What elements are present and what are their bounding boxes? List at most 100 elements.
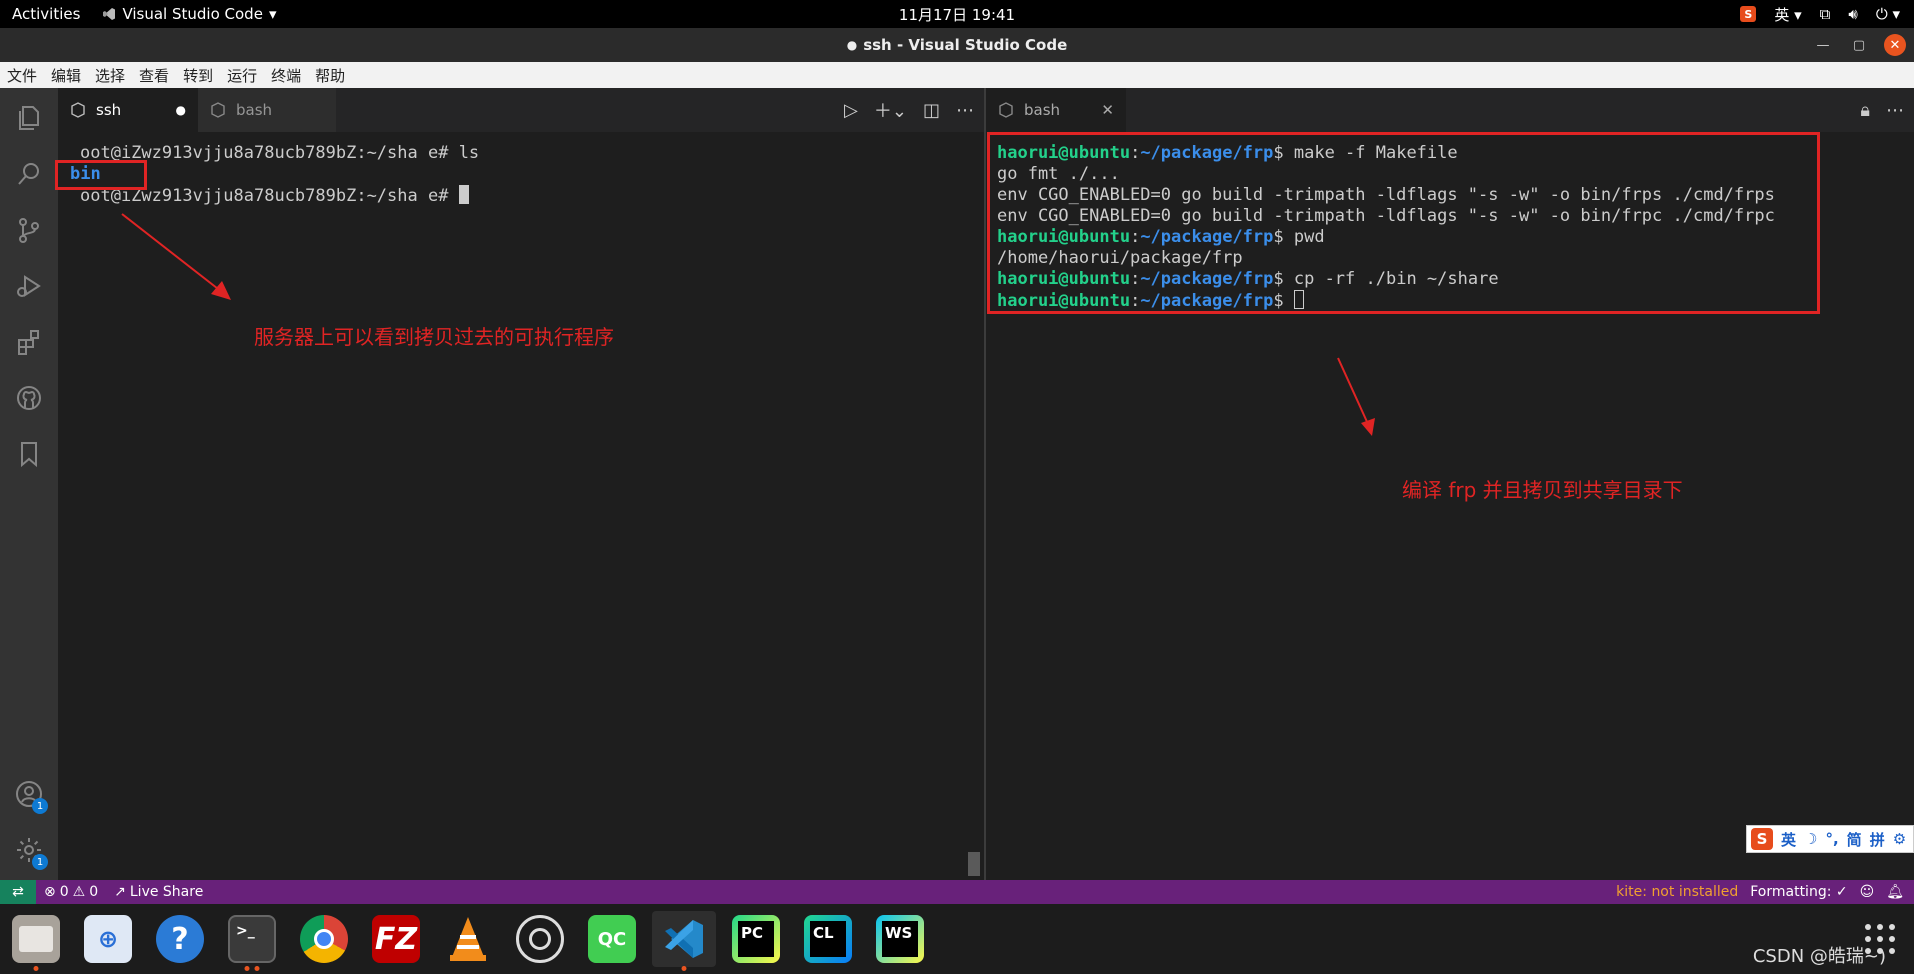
remote-icon[interactable]: ⇄ xyxy=(0,880,36,904)
feedback-icon[interactable]: ☺ xyxy=(1860,884,1875,900)
warning-icon: ⚠ xyxy=(72,884,86,900)
clock[interactable]: 11月17日 19:41 xyxy=(899,4,1015,25)
annotation-text: 服务器上可以看到拷贝过去的可执行程序 xyxy=(254,325,614,349)
activities-button[interactable]: Activities xyxy=(0,5,92,23)
tab-ssh[interactable]: ssh ● xyxy=(58,88,198,132)
accounts-icon[interactable]: 1 xyxy=(0,768,58,820)
source-control-icon[interactable] xyxy=(0,204,58,256)
lock-icon[interactable]: 🔒︎ xyxy=(1860,100,1870,121)
tab-strip-right: bash ✕ 🔒︎ ⋯ xyxy=(986,88,1914,132)
run-debug-icon[interactable] xyxy=(0,260,58,312)
app-menu-label: Visual Studio Code xyxy=(122,5,263,23)
explorer-icon[interactable] xyxy=(0,92,58,144)
warning-count: 0 xyxy=(89,884,99,900)
formatting-status[interactable]: Formatting: ✓ xyxy=(1750,884,1847,900)
notifications-bell-icon[interactable]: 🔔︎ xyxy=(1886,884,1904,900)
software-icon[interactable]: ⊕ xyxy=(80,911,136,967)
terminal-icon[interactable]: >_ xyxy=(224,911,280,971)
settings-gear-icon[interactable]: 1 xyxy=(0,824,58,876)
sogou-icon[interactable]: S xyxy=(1740,6,1757,22)
sogou-logo-icon: S xyxy=(1751,828,1773,850)
annotation-arrow xyxy=(121,213,231,300)
volume-icon[interactable]: 🔊︎ xyxy=(1848,5,1857,23)
terminal-tab-icon xyxy=(71,102,85,118)
menu-bar: 文件 编辑 选择 查看 转到 运行 终端 帮助 xyxy=(0,62,1914,88)
editor-actions-left: ▷ ＋⌄ ◫ ⋯ xyxy=(844,88,974,132)
chevron-down-icon: ▾ xyxy=(268,5,277,23)
pycharm-icon[interactable]: PC xyxy=(728,911,784,967)
close-tab-icon[interactable]: ✕ xyxy=(1101,101,1114,119)
maximize-button[interactable]: ▢ xyxy=(1848,34,1870,56)
network-icon[interactable]: ⧉ xyxy=(1820,5,1831,23)
more-actions-icon[interactable]: ⋯ xyxy=(1886,100,1904,121)
tab-strip-left: ssh ● bash ▷ ＋⌄ ◫ ⋯ xyxy=(58,88,984,132)
editor-group-right: bash ✕ 🔒︎ ⋯ haorui@ubuntu:~/package/frp$… xyxy=(986,88,1914,880)
kite-status[interactable]: kite: not installed xyxy=(1616,884,1738,900)
live-share-icon: ↗ xyxy=(114,884,126,900)
vscode-icon[interactable] xyxy=(652,911,716,971)
input-method-menu[interactable]: 英 ▾ xyxy=(1774,4,1801,25)
obs-icon[interactable] xyxy=(512,911,568,967)
highlight-box xyxy=(55,160,147,190)
tab-bash-right[interactable]: bash ✕ xyxy=(986,88,1126,132)
ime-settings-icon[interactable]: ⚙ xyxy=(1893,830,1906,848)
new-terminal-icon[interactable]: ＋⌄ xyxy=(874,97,907,123)
status-bar: ⇄ ⊗ 0 ⚠ 0 ↗ Live Share kite: not installed … xyxy=(0,880,1914,904)
extensions-icon[interactable] xyxy=(0,316,58,368)
terminal-tab-icon xyxy=(211,102,225,118)
editor-group-left: ssh ● bash ▷ ＋⌄ ◫ ⋯ oot@iZwz913vjju8a78u… xyxy=(55,88,984,880)
unsaved-dot: ● xyxy=(846,38,858,52)
clion-icon[interactable]: CL xyxy=(800,911,856,967)
help-icon[interactable]: ? xyxy=(152,911,208,967)
menu-run[interactable]: 运行 xyxy=(220,65,264,86)
qtcreator-icon[interactable]: QC xyxy=(584,911,640,967)
chrome-icon[interactable] xyxy=(296,911,352,967)
ime-mode-en[interactable]: 英 xyxy=(1781,829,1796,850)
app-menu[interactable]: Visual Studio Code ▾ xyxy=(92,5,276,23)
menu-terminal[interactable]: 终端 xyxy=(264,65,308,86)
menu-go[interactable]: 转到 xyxy=(176,65,220,86)
vscode-small-icon xyxy=(103,8,116,20)
close-window-button[interactable]: ✕ xyxy=(1884,34,1906,56)
tab-label: ssh xyxy=(96,101,122,119)
terminal-tab-icon xyxy=(999,102,1013,118)
menu-edit[interactable]: 编辑 xyxy=(44,65,88,86)
filezilla-icon[interactable]: FZ xyxy=(368,911,424,967)
punctuation-icon[interactable]: °, xyxy=(1825,830,1838,848)
ime-label: 英 xyxy=(1774,5,1790,24)
highlight-box xyxy=(987,132,1820,314)
menu-view[interactable]: 查看 xyxy=(132,65,176,86)
ime-toolbar[interactable]: S 英 ☽ °, 简 拼 ⚙ xyxy=(1746,825,1914,853)
moon-icon[interactable]: ☽ xyxy=(1804,830,1817,848)
menu-selection[interactable]: 选择 xyxy=(88,65,132,86)
more-actions-icon[interactable]: ⋯ xyxy=(956,100,974,121)
error-icon: ⊗ xyxy=(44,884,56,900)
minimize-button[interactable]: — xyxy=(1812,34,1834,56)
editor-actions-right: 🔒︎ ⋯ xyxy=(1860,88,1904,132)
window-title: ssh - Visual Studio Code xyxy=(863,36,1068,54)
webstorm-icon[interactable]: WS xyxy=(872,911,928,967)
annotation-arrow xyxy=(1337,357,1375,436)
activity-bar: 1 1 xyxy=(0,88,58,880)
menu-file[interactable]: 文件 xyxy=(0,65,44,86)
unsaved-dot-icon[interactable]: ● xyxy=(176,103,186,117)
github-icon[interactable] xyxy=(0,372,58,424)
files-icon[interactable] xyxy=(8,911,64,971)
annotation-text: 编译 frp 并且拷贝到共享目录下 xyxy=(1402,478,1683,502)
manage-badge: 1 xyxy=(32,854,48,870)
bookmark-icon[interactable] xyxy=(0,428,58,480)
menu-help[interactable]: 帮助 xyxy=(308,65,352,86)
live-share-button[interactable]: ↗ Live Share xyxy=(106,884,211,900)
scrollbar-thumb[interactable] xyxy=(968,852,980,876)
run-icon[interactable]: ▷ xyxy=(844,100,858,121)
ime-simplified[interactable]: 简 xyxy=(1847,829,1862,850)
vlc-icon[interactable] xyxy=(440,911,496,967)
system-tray: S 英 ▾ ⧉ 🔊︎ ⏻ ▾ xyxy=(1740,0,1900,28)
search-icon[interactable] xyxy=(0,148,58,200)
ime-pinyin[interactable]: 拼 xyxy=(1870,829,1885,850)
problems-status[interactable]: ⊗ 0 ⚠ 0 xyxy=(36,884,106,900)
tab-bash-left[interactable]: bash xyxy=(198,88,336,132)
ubuntu-dock: ⊕ ? >_ FZ QC PC CL WS CSDN @皓瑞~) xyxy=(0,904,1914,974)
split-editor-icon[interactable]: ◫ xyxy=(923,100,940,121)
power-icon[interactable]: ⏻ ▾ xyxy=(1876,5,1900,23)
